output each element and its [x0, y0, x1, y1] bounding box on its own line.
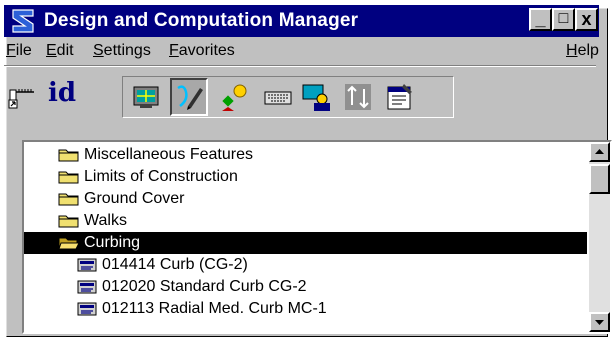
properties-icon[interactable]: [384, 81, 416, 113]
folder-icon: [58, 171, 79, 184]
scroll-thumb[interactable]: [589, 164, 610, 194]
toolbar: id: [4, 76, 596, 120]
menu-file[interactable]: File: [6, 42, 32, 60]
maximize-button[interactable]: □: [552, 8, 575, 31]
tree-folder[interactable]: Walks: [24, 210, 587, 232]
tree-item[interactable]: 014414 Curb (CG-2): [24, 254, 587, 276]
title-bar[interactable]: Design and Computation Manager _ □ x: [4, 5, 599, 37]
menu-edit[interactable]: Edit: [46, 42, 74, 60]
feature-tree[interactable]: Miscellaneous Features Limits of Construc…: [22, 140, 612, 334]
monitor-user-icon[interactable]: [300, 81, 332, 113]
tree-item[interactable]: 012020 Standard Curb CG-2: [24, 276, 587, 298]
feature-item-icon: [77, 280, 97, 294]
menu-help[interactable]: Help: [566, 42, 599, 60]
tree-item-label: Ground Cover: [84, 190, 185, 207]
tree-item-label: Walks: [84, 212, 127, 229]
menu-separator: [4, 65, 596, 67]
tree-folder[interactable]: Miscellaneous Features: [24, 144, 587, 166]
ruler-tool-icon[interactable]: [6, 80, 38, 112]
folder-icon: [58, 149, 79, 162]
close-button[interactable]: x: [575, 8, 598, 31]
arrow-down-icon: [595, 320, 604, 325]
shapes-icon[interactable]: [218, 81, 250, 113]
tree-item-label: 012113 Radial Med. Curb MC-1: [102, 300, 327, 317]
minimize-button[interactable]: _: [529, 8, 552, 31]
tree-item-label: Miscellaneous Features: [84, 146, 253, 163]
arrow-up-icon: [595, 149, 604, 154]
up-down-arrows-icon[interactable]: [342, 81, 374, 113]
window-title: Design and Computation Manager: [44, 10, 359, 31]
menu-favorites[interactable]: Favorites: [169, 42, 235, 60]
folder-icon: [58, 215, 79, 228]
grid-view-icon[interactable]: [130, 81, 162, 113]
design-pencil-icon[interactable]: [170, 78, 208, 116]
feature-item-icon: [77, 302, 97, 316]
folder-icon: [58, 193, 79, 206]
tree-folder[interactable]: Curbing: [24, 232, 587, 254]
tree-folder[interactable]: Ground Cover: [24, 188, 587, 210]
scroll-up-button[interactable]: [589, 142, 610, 162]
keyboard-icon[interactable]: [262, 81, 294, 113]
tree-item[interactable]: 012113 Radial Med. Curb MC-1: [24, 298, 587, 320]
menu-settings[interactable]: Settings: [93, 42, 151, 60]
tree-item-label: 014414 Curb (CG-2): [102, 256, 248, 273]
open-folder-icon: [58, 237, 80, 250]
tree-item-label: Limits of Construction: [84, 168, 238, 185]
id-icon[interactable]: id: [48, 78, 76, 108]
tree-item-label: Curbing: [84, 234, 141, 251]
menu-bar: File Edit Settings Favorites Help: [4, 40, 599, 64]
app-logo-icon: [12, 9, 34, 33]
vertical-scrollbar[interactable]: [589, 142, 610, 332]
scroll-down-button[interactable]: [589, 312, 610, 332]
feature-item-icon: [77, 258, 97, 272]
tree-folder[interactable]: Limits of Construction: [24, 166, 587, 188]
tree-item-label: 012020 Standard Curb CG-2: [102, 278, 307, 295]
